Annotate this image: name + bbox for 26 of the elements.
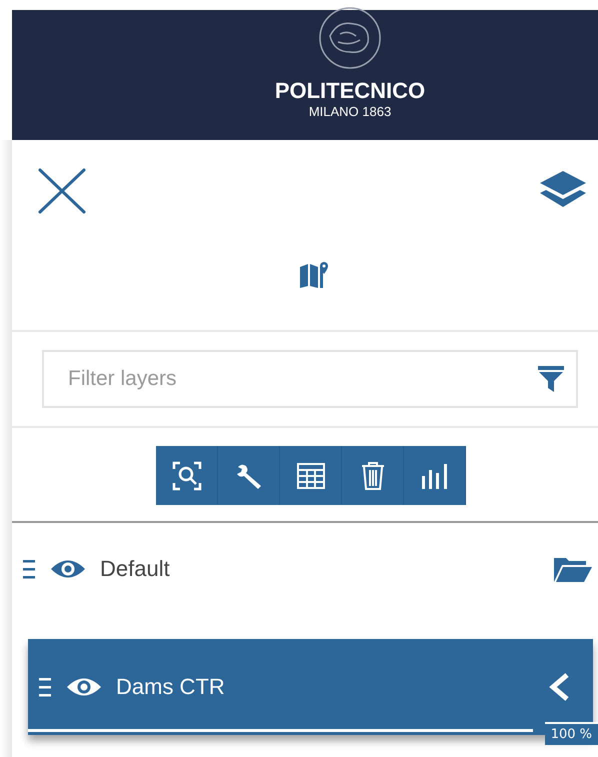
zoom-button[interactable] (156, 446, 218, 505)
drag-handle-icon[interactable] (22, 558, 36, 580)
layer-name: Default (100, 556, 171, 582)
logo-subtitle: MILANO 1863 (308, 104, 392, 119)
filter-field[interactable]: Filter layers (42, 350, 578, 408)
bar-chart-icon (420, 462, 450, 490)
chevron-left-icon[interactable] (549, 673, 571, 701)
logo-title: POLITECNICO (274, 78, 426, 104)
chart-button[interactable] (404, 446, 466, 505)
trash-icon (360, 460, 384, 490)
filter-icon[interactable] (538, 366, 564, 392)
folder-icon[interactable] (554, 556, 592, 582)
opacity-slider[interactable] (28, 729, 533, 732)
eye-icon[interactable] (66, 676, 102, 698)
eye-icon[interactable] (50, 558, 86, 580)
drag-handle-icon[interactable] (38, 676, 52, 698)
close-button[interactable] (38, 168, 86, 214)
layer-row[interactable]: Default (12, 523, 598, 603)
layer-name: Dams CTR (116, 674, 226, 700)
table-icon (296, 462, 324, 488)
map-icon[interactable] (300, 262, 328, 288)
opacity-reading: 100 % (544, 722, 598, 745)
delete-button[interactable] (342, 446, 404, 505)
tools-button[interactable] (218, 446, 280, 505)
table-button[interactable] (280, 446, 342, 505)
zoom-icon (172, 460, 202, 490)
